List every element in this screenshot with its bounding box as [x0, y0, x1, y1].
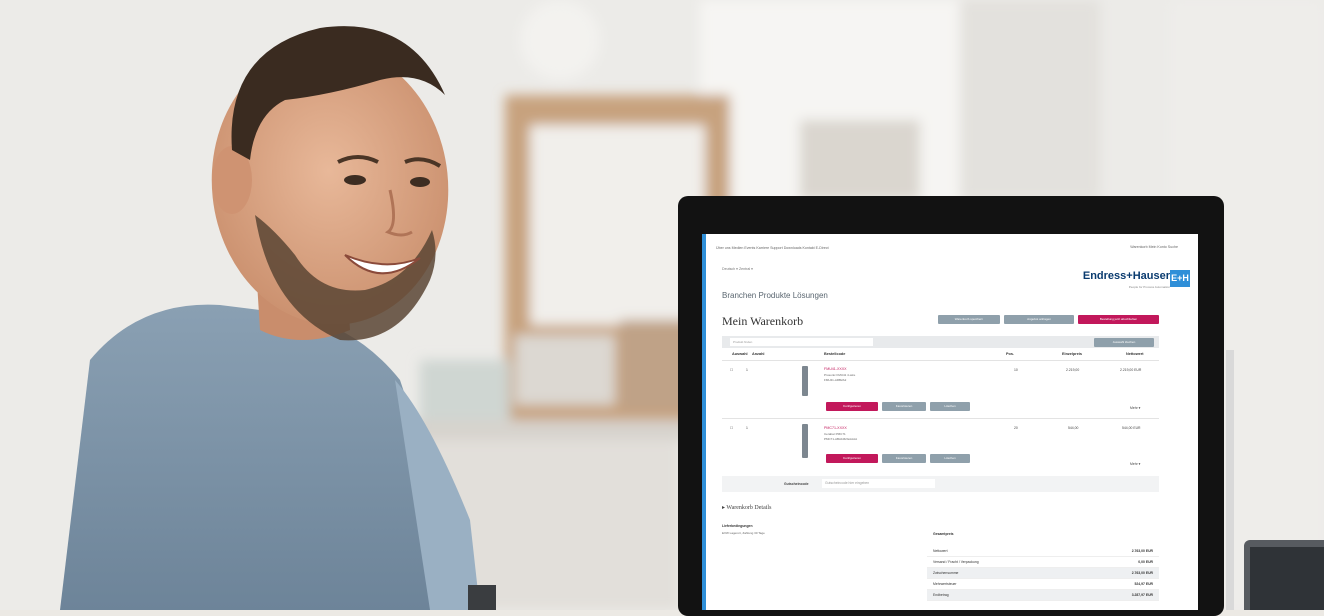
header-quantity: Anzahl	[752, 352, 765, 356]
product-search-input[interactable]: Produkt finden	[730, 338, 873, 346]
product-name: Cerabar PMC71	[824, 432, 846, 436]
summary-value: 3.287,97 EUR	[1131, 593, 1153, 597]
page-title: Mein Warenkorb	[722, 314, 804, 328]
summary-label: Versand / Fracht / Verpackung	[933, 560, 979, 564]
item-checkbox[interactable]: ☐	[730, 426, 733, 430]
brand-tagline: People for Process Automation	[1128, 285, 1170, 289]
cart-toolbar: Produkt finden Auswahl löschen	[722, 336, 1159, 348]
summary-label: Nettowert	[933, 549, 948, 553]
summary-label: Endbetrag	[933, 593, 949, 597]
summary-value: 0,00 EUR	[1138, 560, 1153, 564]
order-button[interactable]: Bestellung jetzt abschließen	[1078, 315, 1159, 324]
product-code-link[interactable]: PMC71-XXXX	[824, 426, 847, 430]
delete-selected-button[interactable]: Auswahl löschen	[1094, 338, 1154, 347]
monitor-stand-right	[1226, 350, 1234, 610]
brand-logo-mark: E+H	[1170, 270, 1190, 287]
header-position: Pos.	[1006, 352, 1015, 356]
monitor-screen: Über uns Medien Events Karriere Support …	[702, 234, 1198, 610]
product-image	[802, 424, 808, 458]
delete-button[interactable]: Löschen	[930, 402, 970, 411]
summary-row: Zwischensumme 2.763,00 EUR	[927, 568, 1159, 579]
product-spec: PMC71-ABA1M2GAAAA	[824, 437, 858, 441]
voucher-label: Gutscheincode	[784, 482, 809, 486]
save-cart-button[interactable]: Warenkorb speichern	[938, 315, 1000, 324]
item-unit-price: 2.219,00	[1066, 368, 1080, 372]
product-name: Prosonic FMU41 4-wire	[824, 373, 856, 377]
item-unit-price: 544,00	[1068, 426, 1079, 430]
delivery-label: Lieferbedingungen	[722, 524, 753, 528]
favorite-button[interactable]: Favorisieren	[882, 454, 926, 463]
brand-logo[interactable]: Endress+Hauser	[1083, 270, 1170, 282]
screen-topbar-links[interactable]: Über uns Medien Events Karriere Support …	[716, 246, 829, 250]
summary-value: 524,97 EUR	[1134, 582, 1153, 586]
summary-row: Versand / Fracht / Verpackung 0,00 EUR	[927, 557, 1159, 568]
more-toggle[interactable]: Mehr ▾	[1130, 462, 1140, 466]
more-toggle[interactable]: Mehr ▾	[1130, 406, 1140, 410]
divider	[722, 360, 1159, 361]
configure-button[interactable]: Konfigurieren	[826, 454, 878, 463]
header-unit-price: Einzelpreis	[1062, 352, 1083, 356]
screen-accent-edge	[702, 234, 706, 610]
summary-label: Zwischensumme	[933, 571, 959, 575]
divider	[722, 418, 1159, 419]
header-select: Auswahl	[732, 352, 748, 356]
summary-title: Gesamtpreis	[933, 532, 954, 536]
header-product: Bestellcode	[824, 352, 846, 356]
laptop-screen	[1250, 547, 1324, 610]
language-selector[interactable]: Deutsch ▾ Zentral ▾	[722, 267, 753, 271]
item-position: 10	[1014, 368, 1018, 372]
header-total: Nettowert	[1126, 352, 1144, 356]
voucher-row: Gutscheincode Gutscheincode hier eingebe…	[722, 476, 1159, 492]
product-spec: FMU41-ARB2A2	[824, 378, 847, 382]
summary-row: Nettowert 2.763,00 EUR	[927, 546, 1159, 557]
summary-value: 2.763,00 EUR	[1131, 549, 1153, 553]
delete-button[interactable]: Löschen	[930, 454, 970, 463]
cart-details-heading[interactable]: ▸ Warenkorb Details	[722, 504, 771, 511]
delivery-value: EXW Lagerort, Zahlung 30 Tage	[722, 531, 765, 535]
main-navigation[interactable]: Branchen Produkte Lösungen	[722, 291, 828, 300]
product-code-link[interactable]: FMU41-XXXX	[824, 367, 847, 371]
voucher-input[interactable]: Gutscheincode hier eingeben	[822, 479, 935, 488]
item-position: 20	[1014, 426, 1018, 430]
favorite-button[interactable]: Favorisieren	[882, 402, 926, 411]
item-quantity[interactable]: 1	[746, 426, 748, 430]
summary-row: Mehrwertsteuer 524,97 EUR	[927, 579, 1159, 590]
request-quote-button[interactable]: Angebot anfragen	[1004, 315, 1074, 324]
configure-button[interactable]: Konfigurieren	[826, 402, 878, 411]
item-quantity[interactable]: 1	[746, 368, 748, 372]
item-total: 544,00 EUR	[1122, 426, 1141, 430]
screen-topbar-right[interactable]: Warenkorb Mein Konto Suche	[1130, 245, 1178, 249]
product-image	[802, 366, 808, 396]
summary-label: Mehrwertsteuer	[933, 582, 957, 586]
item-total: 2.219,00 EUR	[1120, 368, 1142, 372]
item-checkbox[interactable]: ☐	[730, 368, 733, 372]
summary-row: Endbetrag 3.287,97 EUR	[927, 590, 1159, 601]
desk-object	[468, 585, 496, 610]
summary-value: 2.763,00 EUR	[1131, 571, 1153, 575]
